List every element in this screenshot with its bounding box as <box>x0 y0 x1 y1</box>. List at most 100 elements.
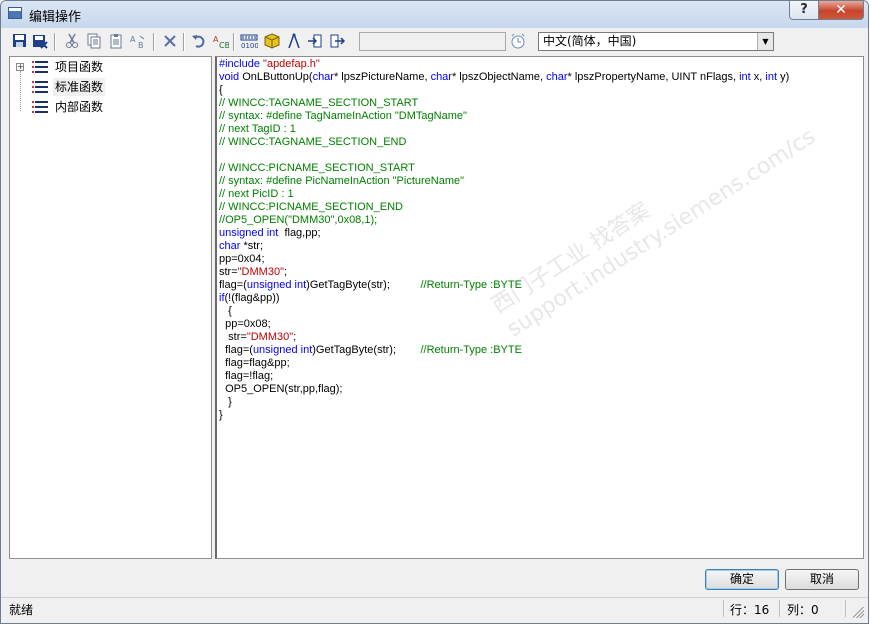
code-token: //Return-Type :BYTE <box>420 344 522 356</box>
code-line: flag=(unsigned int)GetTagByte(str); //Re… <box>219 344 522 357</box>
help-button[interactable]: ? <box>789 1 819 20</box>
status-text: 就绪 <box>9 603 34 617</box>
code-line: pp=0x04; <box>219 253 265 266</box>
code-line: unsigned int flag,pp; <box>219 227 321 240</box>
code-editor[interactable]: 西门子工业 找答案 support.industry.siemens.com/c… <box>215 56 864 559</box>
status-separator <box>723 600 724 617</box>
toolbar-separator <box>54 33 56 51</box>
spell-check-icon[interactable]: A CB <box>212 33 230 51</box>
svg-text:A: A <box>130 35 136 44</box>
code-token: } <box>219 409 223 421</box>
code-token: flag=( <box>219 344 253 356</box>
cancel-button[interactable]: 取消 <box>785 569 859 590</box>
code-token: //OP5_OPEN("DMM30",0x08,1); <box>219 214 378 226</box>
replace-icon[interactable]: AB <box>129 33 147 51</box>
function-list-icon <box>32 61 48 73</box>
delete-icon[interactable] <box>161 33 179 51</box>
tree-item-label: 标准函数 <box>53 78 106 96</box>
function-list-icon <box>32 101 48 113</box>
window-title: 编辑操作 <box>29 10 82 25</box>
code-token: // syntax: #define TagNameInAction "DMTa… <box>219 110 467 122</box>
code-token: (!(flag&pp)) <box>224 292 280 304</box>
language-value: 中文(简体，中国) <box>543 34 637 48</box>
code-token: ; <box>283 266 288 278</box>
code-token: { <box>219 305 232 317</box>
language-select[interactable]: 中文(简体，中国) ▼ <box>538 32 774 51</box>
compass-icon[interactable] <box>285 33 303 51</box>
code-token: flag=!flag; <box>219 370 274 382</box>
code-token: // WINCC:PICNAME_SECTION_START <box>219 162 415 174</box>
code-token: char <box>312 71 334 83</box>
code-line: pp=0x08; <box>219 318 271 331</box>
function-list-icon <box>32 81 48 93</box>
code-line: // WINCC:PICNAME_SECTION_START <box>219 162 415 175</box>
code-token: * lpszObjectName, <box>451 71 547 83</box>
code-token: str= <box>219 266 238 278</box>
code-token: pp=0x08; <box>219 318 271 330</box>
code-line: flag=!flag; <box>219 370 273 383</box>
trigger-field[interactable] <box>359 32 506 51</box>
export-icon[interactable] <box>328 33 346 51</box>
code-token: // next PicID : 1 <box>219 188 294 200</box>
code-line: // WINCC:TAGNAME_SECTION_START <box>219 97 418 110</box>
paste-icon[interactable] <box>107 33 125 51</box>
code-token: int <box>739 71 751 83</box>
code-token: y) <box>777 71 790 83</box>
tree-item-label: 内部函数 <box>55 100 104 114</box>
code-line: flag=flag&pp; <box>219 357 290 370</box>
toolbar-separator <box>183 33 185 51</box>
code-token: "apdefap.h" <box>263 58 320 70</box>
code-token: } <box>219 396 232 408</box>
status-column: 列：0 <box>787 603 819 617</box>
import-icon[interactable] <box>306 33 324 51</box>
code-line: // WINCC:TAGNAME_SECTION_END <box>219 136 406 149</box>
code-line: // syntax: #define TagNameInAction "DMTa… <box>219 110 467 123</box>
chevron-down-icon[interactable]: ▼ <box>757 33 773 50</box>
code-line: flag=(unsigned int)GetTagByte(str); //Re… <box>219 279 522 292</box>
expand-plus-icon[interactable]: + <box>16 63 24 71</box>
close-button[interactable]: ✕ <box>818 1 864 20</box>
svg-text:CB: CB <box>219 41 229 49</box>
tree-item-label: 项目函数 <box>55 60 104 74</box>
cut-icon[interactable] <box>63 33 81 51</box>
code-line: //OP5_OPEN("DMM30",0x08,1); <box>219 214 377 227</box>
code-token: *str; <box>240 240 264 252</box>
tree-connector-line <box>20 71 22 111</box>
watermark-line: support.industry.siemens.com/cs <box>502 124 820 343</box>
code-token: OnLButtonUp( <box>239 71 313 83</box>
code-token: #include <box>219 58 264 70</box>
code-line: { <box>219 305 232 318</box>
copy-icon[interactable] <box>85 33 103 51</box>
undo-icon[interactable] <box>190 33 208 51</box>
code-token: char <box>219 240 241 252</box>
code-token: OP5_OPEN(str,pp,flag); <box>219 383 343 395</box>
code-token: unsigned int <box>252 344 313 356</box>
code-token: )GetTagByte(str); <box>312 344 421 356</box>
code-token: { <box>219 84 223 96</box>
code-line: char *str; <box>219 240 263 253</box>
code-line: } <box>219 396 232 409</box>
watermark: 西门子工业 找答案 support.industry.siemens.com/c… <box>487 100 821 344</box>
cube-icon[interactable] <box>263 33 281 51</box>
code-token: int <box>765 71 778 83</box>
clock-icon[interactable] <box>509 33 527 51</box>
code-token: ; <box>293 331 297 343</box>
resize-grip-icon[interactable] <box>853 607 864 618</box>
code-token: pp=0x04; <box>219 253 265 265</box>
status-row: 行：16 <box>730 603 770 617</box>
save-icon[interactable] <box>11 33 29 51</box>
code-token: str= <box>219 331 247 343</box>
compile-icon[interactable]: 0100 <box>240 33 259 51</box>
code-line: // next TagID : 1 <box>219 123 296 136</box>
title-bar[interactable]: 编辑操作 ? ✕ <box>1 1 868 28</box>
code-token: //Return-Type :BYTE <box>420 279 522 291</box>
code-token: flag,pp; <box>278 227 321 239</box>
window-icon <box>8 7 22 19</box>
code-token: void <box>219 71 240 83</box>
save-as-icon[interactable] <box>31 33 49 51</box>
code-line: str="DMM30"; <box>219 331 296 344</box>
code-line: OP5_OPEN(str,pp,flag); <box>219 383 343 396</box>
ok-button[interactable]: 确定 <box>705 569 779 590</box>
code-token: unsigned int <box>219 227 279 239</box>
code-token: "DMM30" <box>237 266 284 278</box>
